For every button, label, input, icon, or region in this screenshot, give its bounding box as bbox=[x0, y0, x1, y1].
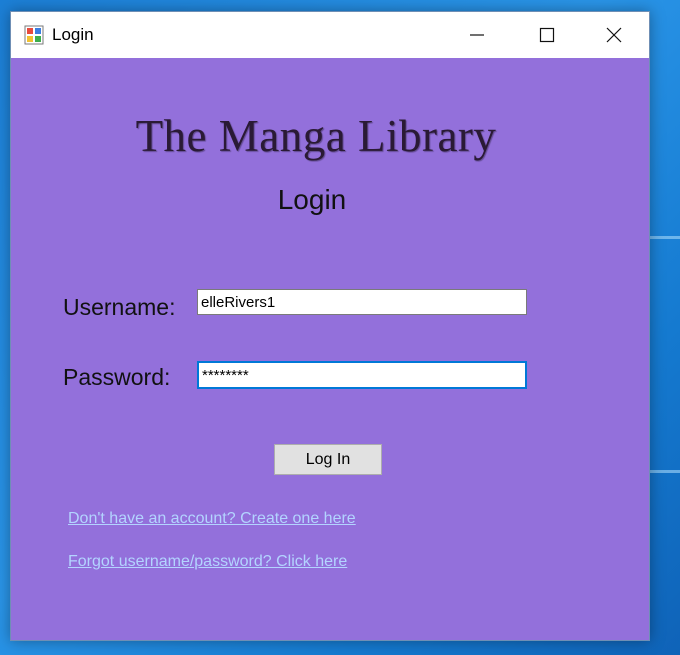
password-label: Password: bbox=[63, 364, 171, 390]
forgot-credentials-link[interactable]: Forgot username/password? Click here bbox=[68, 553, 347, 571]
library-title: The Manga Library bbox=[135, 111, 497, 161]
minimize-icon bbox=[470, 34, 484, 36]
window-title: Login bbox=[52, 25, 94, 44]
title-bar[interactable]: Login bbox=[11, 12, 649, 58]
login-form: The Manga Library Login Username: Passwo… bbox=[11, 58, 649, 640]
close-icon bbox=[606, 27, 622, 43]
app-icon bbox=[24, 25, 44, 45]
username-label: Username: bbox=[63, 294, 176, 320]
create-account-link[interactable]: Don't have an account? Create one here bbox=[68, 510, 356, 528]
maximize-icon bbox=[539, 27, 555, 43]
close-button[interactable] bbox=[579, 12, 649, 58]
login-button[interactable]: Log In bbox=[274, 444, 382, 475]
login-heading: Login bbox=[277, 184, 347, 215]
password-field[interactable] bbox=[197, 361, 527, 389]
minimize-button[interactable] bbox=[442, 12, 512, 58]
maximize-button[interactable] bbox=[512, 12, 582, 58]
login-window: Login The Manga Library Login Username: … bbox=[10, 11, 650, 641]
username-field[interactable] bbox=[197, 289, 527, 315]
